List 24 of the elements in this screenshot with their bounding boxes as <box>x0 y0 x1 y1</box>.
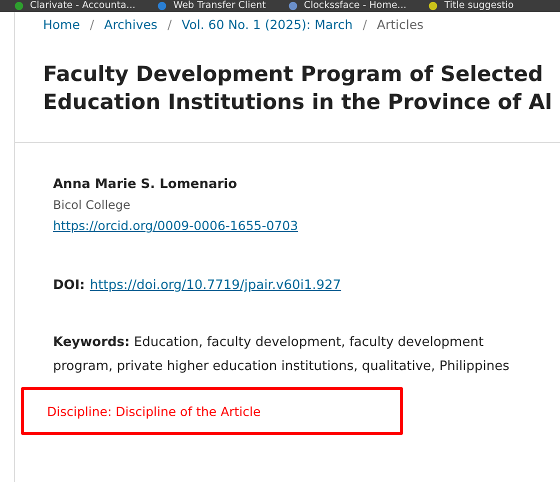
doi-label: DOI: <box>53 278 85 293</box>
author-name: Anna Marie S. Lomenario <box>53 177 238 192</box>
bookmark[interactable]: Clockssface - Home... <box>288 0 406 12</box>
bookmark[interactable]: Clarivate - Accounta... <box>14 0 136 12</box>
keywords-text: Keywords: Education, faculty development, faculty development program, private higher education institutions, qualitative, Philippines <box>53 334 510 376</box>
article-title: Education Institutions in the Province of Al <box>43 89 554 116</box>
breadcrumb-current: Articles <box>376 17 424 32</box>
breadcrumb-separator: / <box>90 17 94 32</box>
breadcrumb-link[interactable]: Archives <box>104 17 158 32</box>
breadcrumb-separator: / <box>362 17 367 32</box>
bookmark-icon <box>14 1 24 11</box>
orcid-link[interactable]: https://orcid.org/0009-0006-1655-0703 <box>53 218 298 233</box>
author-affiliation: Bicol College <box>53 198 132 212</box>
doi-link[interactable]: https://doi.org/10.7719/jpair.v60i1.927 <box>90 278 342 293</box>
bookmark-icon <box>428 1 438 11</box>
bookmark-icon <box>157 1 168 11</box>
bookmark-icon <box>288 1 298 11</box>
breadcrumb-separator: / <box>167 17 172 32</box>
article-title: Faculty Development Program of Selected <box>43 61 544 88</box>
bookmark[interactable]: Web Transfer Client <box>157 0 266 12</box>
breadcrumb-link[interactable]: Vol. 60 No. 1 (2025): March <box>182 17 353 32</box>
breadcrumb-link[interactable]: Home <box>43 17 80 32</box>
discipline-text: Discipline: Discipline of the Article <box>47 404 261 418</box>
bookmark[interactable]: Title suggestio <box>428 0 514 12</box>
